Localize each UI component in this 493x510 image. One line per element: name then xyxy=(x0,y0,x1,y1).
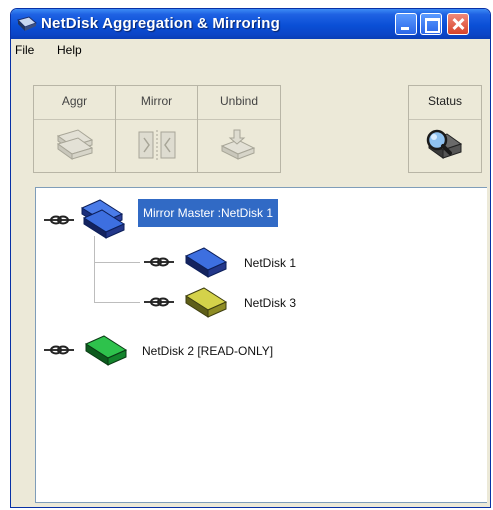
tree-line xyxy=(94,262,140,263)
maximize-button[interactable] xyxy=(420,13,442,35)
netdisk-green-icon xyxy=(84,335,128,366)
app-icon xyxy=(17,16,37,31)
unbind-label: Unbind xyxy=(219,94,259,108)
mirror-icon xyxy=(138,130,176,160)
disk-tree[interactable]: Mirror Master :NetDisk 1 NetDisk 1 NetDi… xyxy=(35,187,487,503)
aggr-label: Aggr xyxy=(61,94,88,108)
tree-node-netdisk-3[interactable]: NetDisk 3 xyxy=(244,296,296,310)
tree-node-mirror-master[interactable]: Mirror Master :NetDisk 1 xyxy=(138,199,279,227)
window-title: NetDisk Aggregation & Mirroring xyxy=(41,15,280,32)
menu-bar: File Help xyxy=(11,39,490,61)
netdisk-blue-icon xyxy=(184,247,228,278)
unbind-icon xyxy=(220,129,256,160)
aggregate-icon xyxy=(56,129,94,160)
app-window: NetDisk Aggregation & Mirroring File Hel… xyxy=(10,8,491,508)
menu-help[interactable]: Help xyxy=(57,43,82,57)
status-button[interactable]: Status xyxy=(408,85,482,173)
aggr-button[interactable]: Aggr xyxy=(34,86,116,172)
mirror-label: Mirror xyxy=(140,94,173,108)
toolbar-group: Aggr Mirror Unbind xyxy=(33,85,281,173)
mirror-disk-icon xyxy=(80,199,126,239)
link-icon xyxy=(44,345,74,355)
tree-node-netdisk-2[interactable]: NetDisk 2 [READ-ONLY] xyxy=(142,344,273,358)
close-button[interactable] xyxy=(447,13,469,35)
title-bar[interactable]: NetDisk Aggregation & Mirroring xyxy=(11,9,490,39)
link-icon xyxy=(144,257,174,267)
tree-line xyxy=(94,302,140,303)
status-label: Status xyxy=(427,94,463,108)
unbind-button[interactable]: Unbind xyxy=(198,86,280,172)
netdisk-yellow-icon xyxy=(184,287,228,318)
minimize-button[interactable] xyxy=(395,13,417,35)
menu-file[interactable]: File xyxy=(15,43,34,57)
link-icon xyxy=(144,297,174,307)
tree-node-netdisk-1[interactable]: NetDisk 1 xyxy=(244,256,296,270)
link-icon xyxy=(44,215,74,225)
status-magnifier-icon xyxy=(426,129,463,159)
mirror-button[interactable]: Mirror xyxy=(116,86,198,172)
tree-line xyxy=(94,236,95,302)
